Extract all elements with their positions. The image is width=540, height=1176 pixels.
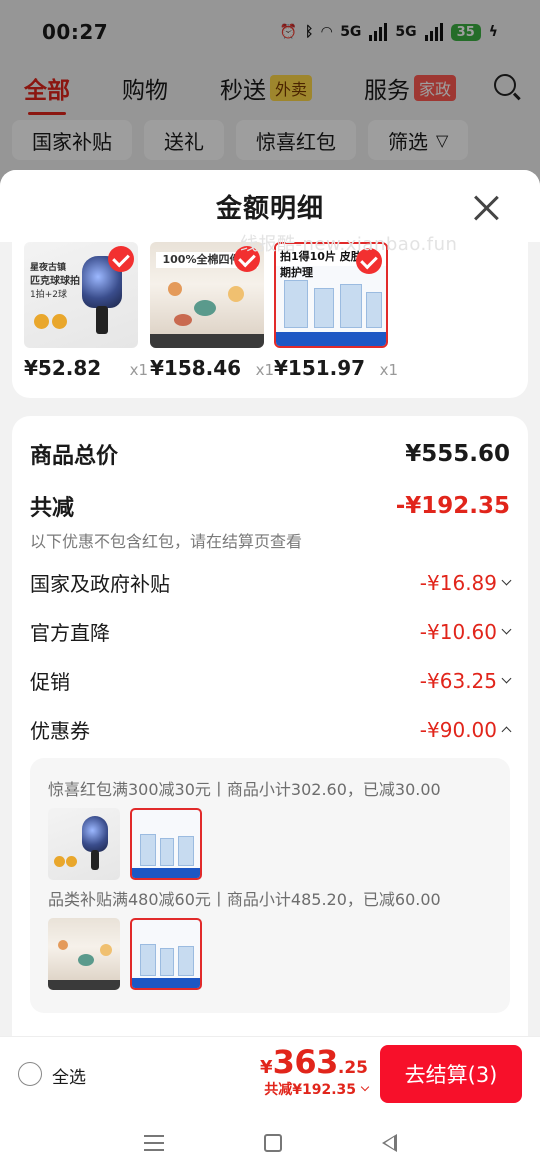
final-price: ¥363.25 共减¥192.35 [260, 1043, 370, 1099]
pattern-dot [168, 282, 182, 296]
coupon-line: 品类补贴满480减60元丨商品小计485.20，已减60.00 [48, 890, 441, 909]
final-price-dec: .25 [337, 1058, 368, 1078]
checkout-button[interactable]: 去结算(3) [380, 1045, 522, 1103]
ball-icon [66, 856, 77, 867]
discount-row-subsidy[interactable]: 国家及政府补贴 -¥16.89 [30, 568, 512, 597]
product-box [160, 948, 174, 976]
product-box [314, 288, 334, 328]
product-qty: x1 [255, 361, 274, 379]
ball-icon [54, 856, 65, 867]
chevron-down-icon [501, 624, 512, 635]
product-thumbnail: 拍1得10片 皮肤周期护理 [274, 242, 388, 348]
product-thumbnail: 星夜古镇 匹克球球拍 1拍+2球 [24, 242, 138, 348]
pattern-dot [78, 954, 94, 966]
back-icon[interactable] [381, 1134, 397, 1152]
selected-check-icon[interactable] [356, 248, 382, 274]
reduce-label: 共减 [30, 496, 75, 521]
select-all-label[interactable]: 全选 [52, 1063, 86, 1088]
product-item[interactable]: 100%全棉四件套 ¥158.46 x1 [150, 242, 274, 380]
discount-row-coupon[interactable]: 优惠券 -¥90.00 [30, 715, 512, 744]
ball-icon [34, 314, 49, 329]
discount-row-official[interactable]: 官方直降 -¥10.60 [30, 617, 512, 646]
selected-check-icon[interactable] [234, 246, 260, 272]
select-all-radio[interactable] [18, 1062, 42, 1086]
selected-check-icon[interactable] [108, 246, 134, 272]
product-box [160, 838, 174, 866]
pattern-dot [100, 944, 112, 956]
product-item[interactable]: 拍1得10片 皮肤周期护理 ¥151.97 x1 [274, 242, 398, 380]
paddle-handle [96, 306, 108, 334]
discount-note: 以下优惠不包含红包，请在结算页查看 [30, 532, 303, 551]
total-label: 商品总价 [30, 444, 119, 469]
product-item[interactable]: 星夜古镇 匹克球球拍 1拍+2球 ¥52.82 x1 [24, 242, 148, 380]
product-box [178, 946, 194, 976]
close-icon[interactable] [472, 194, 500, 222]
product-box [140, 834, 156, 866]
coupon-product-thumbnail [130, 918, 202, 990]
banner-footer [132, 868, 200, 878]
product-box [340, 284, 362, 328]
checkout-bar: 全选 ¥363.25 共减¥192.35 去结算(3) [0, 1036, 540, 1110]
system-nav-bar [0, 1110, 540, 1176]
coupon-product-thumbnail [48, 918, 120, 990]
banner-footer [276, 332, 386, 346]
chevron-down-icon [501, 673, 512, 684]
product-box [178, 836, 194, 866]
menu-icon[interactable] [143, 1135, 164, 1151]
home-icon[interactable] [263, 1134, 282, 1152]
chevron-down-icon [501, 575, 512, 586]
paddle-head [82, 816, 108, 852]
total-value: ¥555.60 [405, 441, 510, 467]
coupon-product-thumbnail [48, 808, 120, 880]
coupon-product-thumbnail [130, 808, 202, 880]
product-box [366, 292, 382, 328]
product-price: ¥52.82 [24, 356, 102, 380]
total-row: 商品总价 ¥555.60 [30, 438, 510, 470]
product-thumbnail: 100%全棉四件套 [150, 242, 264, 348]
reduce-row: 共减 -¥192.35 [30, 490, 510, 522]
ball-icon [52, 314, 67, 329]
product-box [140, 944, 156, 976]
discount-row-promotion[interactable]: 促销 -¥63.25 [30, 666, 512, 695]
paddle-handle [91, 850, 99, 870]
product-box [284, 280, 308, 328]
product-price: ¥151.97 [274, 356, 366, 380]
pattern-dot [58, 940, 68, 950]
pattern-dot [174, 314, 192, 326]
reduce-value: -¥192.35 [395, 493, 510, 519]
banner-footer [132, 978, 200, 988]
coupon-line: 惊喜红包满300减30元丨商品小计302.60，已减30.00 [48, 780, 441, 799]
product-price: ¥158.46 [150, 356, 242, 380]
final-price-int: 363 [272, 1043, 339, 1081]
chevron-up-icon [501, 726, 512, 737]
sheet-header: 金额明细 [0, 170, 540, 242]
sheet-title: 金额明细 [215, 193, 324, 224]
chevron-down-icon [360, 1082, 370, 1092]
banner-footer [48, 980, 120, 990]
paddle-art-text: 星夜古镇 匹克球球拍 1拍+2球 [30, 263, 80, 300]
pattern-dot [228, 286, 244, 302]
amount-detail-sheet: 金额明细 线报酷-new.xianbao.fun 星夜古镇 匹克球球拍 1拍+2球 … [0, 170, 540, 1176]
coupon-detail-box: 惊喜红包满300减30元丨商品小计302.60，已减30.00 品类补贴满480… [30, 758, 510, 1013]
product-qty: x1 [379, 361, 398, 379]
total-reduce-toggle[interactable]: 共减¥192.35 [260, 1079, 370, 1099]
product-qty: x1 [129, 361, 148, 379]
products-card: 星夜古镇 匹克球球拍 1拍+2球 ¥52.82 x1 100%全棉四件套 ¥15… [12, 242, 528, 398]
banner-footer [150, 334, 264, 348]
pattern-dot [194, 300, 216, 316]
